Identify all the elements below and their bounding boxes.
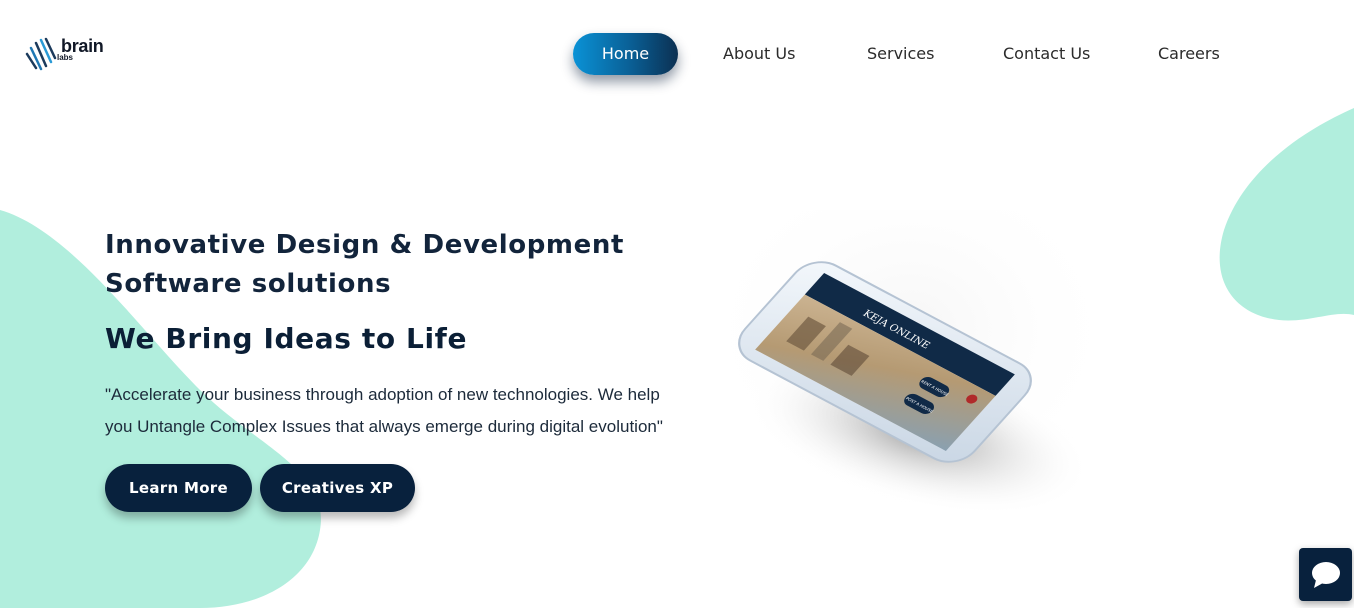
nav-careers[interactable]: Careers	[1158, 33, 1220, 75]
hero-section: Innovative Design & Development Software…	[105, 226, 685, 443]
nav-about-us[interactable]: About Us	[723, 33, 795, 75]
chat-button[interactable]	[1299, 548, 1352, 601]
chat-bubble-icon	[1312, 562, 1340, 588]
brand-logo[interactable]: brain labs	[24, 36, 116, 74]
phone-mockup-image: KEJA ONLINE RENT A HOUSE POST A HOUSE	[730, 210, 1091, 516]
landing-page: brain labs Home About Us Services Contac…	[0, 0, 1354, 608]
decorative-blob-right	[1219, 108, 1354, 321]
hero-headline: We Bring Ideas to Life	[105, 322, 468, 355]
learn-more-button[interactable]: Learn More	[105, 464, 252, 512]
hero-tagline: Innovative Design & Development Software…	[105, 230, 624, 299]
logo-subtext: labs	[57, 53, 74, 62]
nav-home[interactable]: Home	[573, 33, 678, 75]
nav-contact-us[interactable]: Contact Us	[1003, 33, 1090, 75]
nav-services[interactable]: Services	[867, 33, 934, 75]
main-navigation: Home About Us Services Contact Us Career…	[560, 33, 1260, 75]
creatives-xp-button[interactable]: Creatives XP	[260, 464, 415, 512]
hero-description: "Accelerate your business through adopti…	[105, 385, 663, 436]
